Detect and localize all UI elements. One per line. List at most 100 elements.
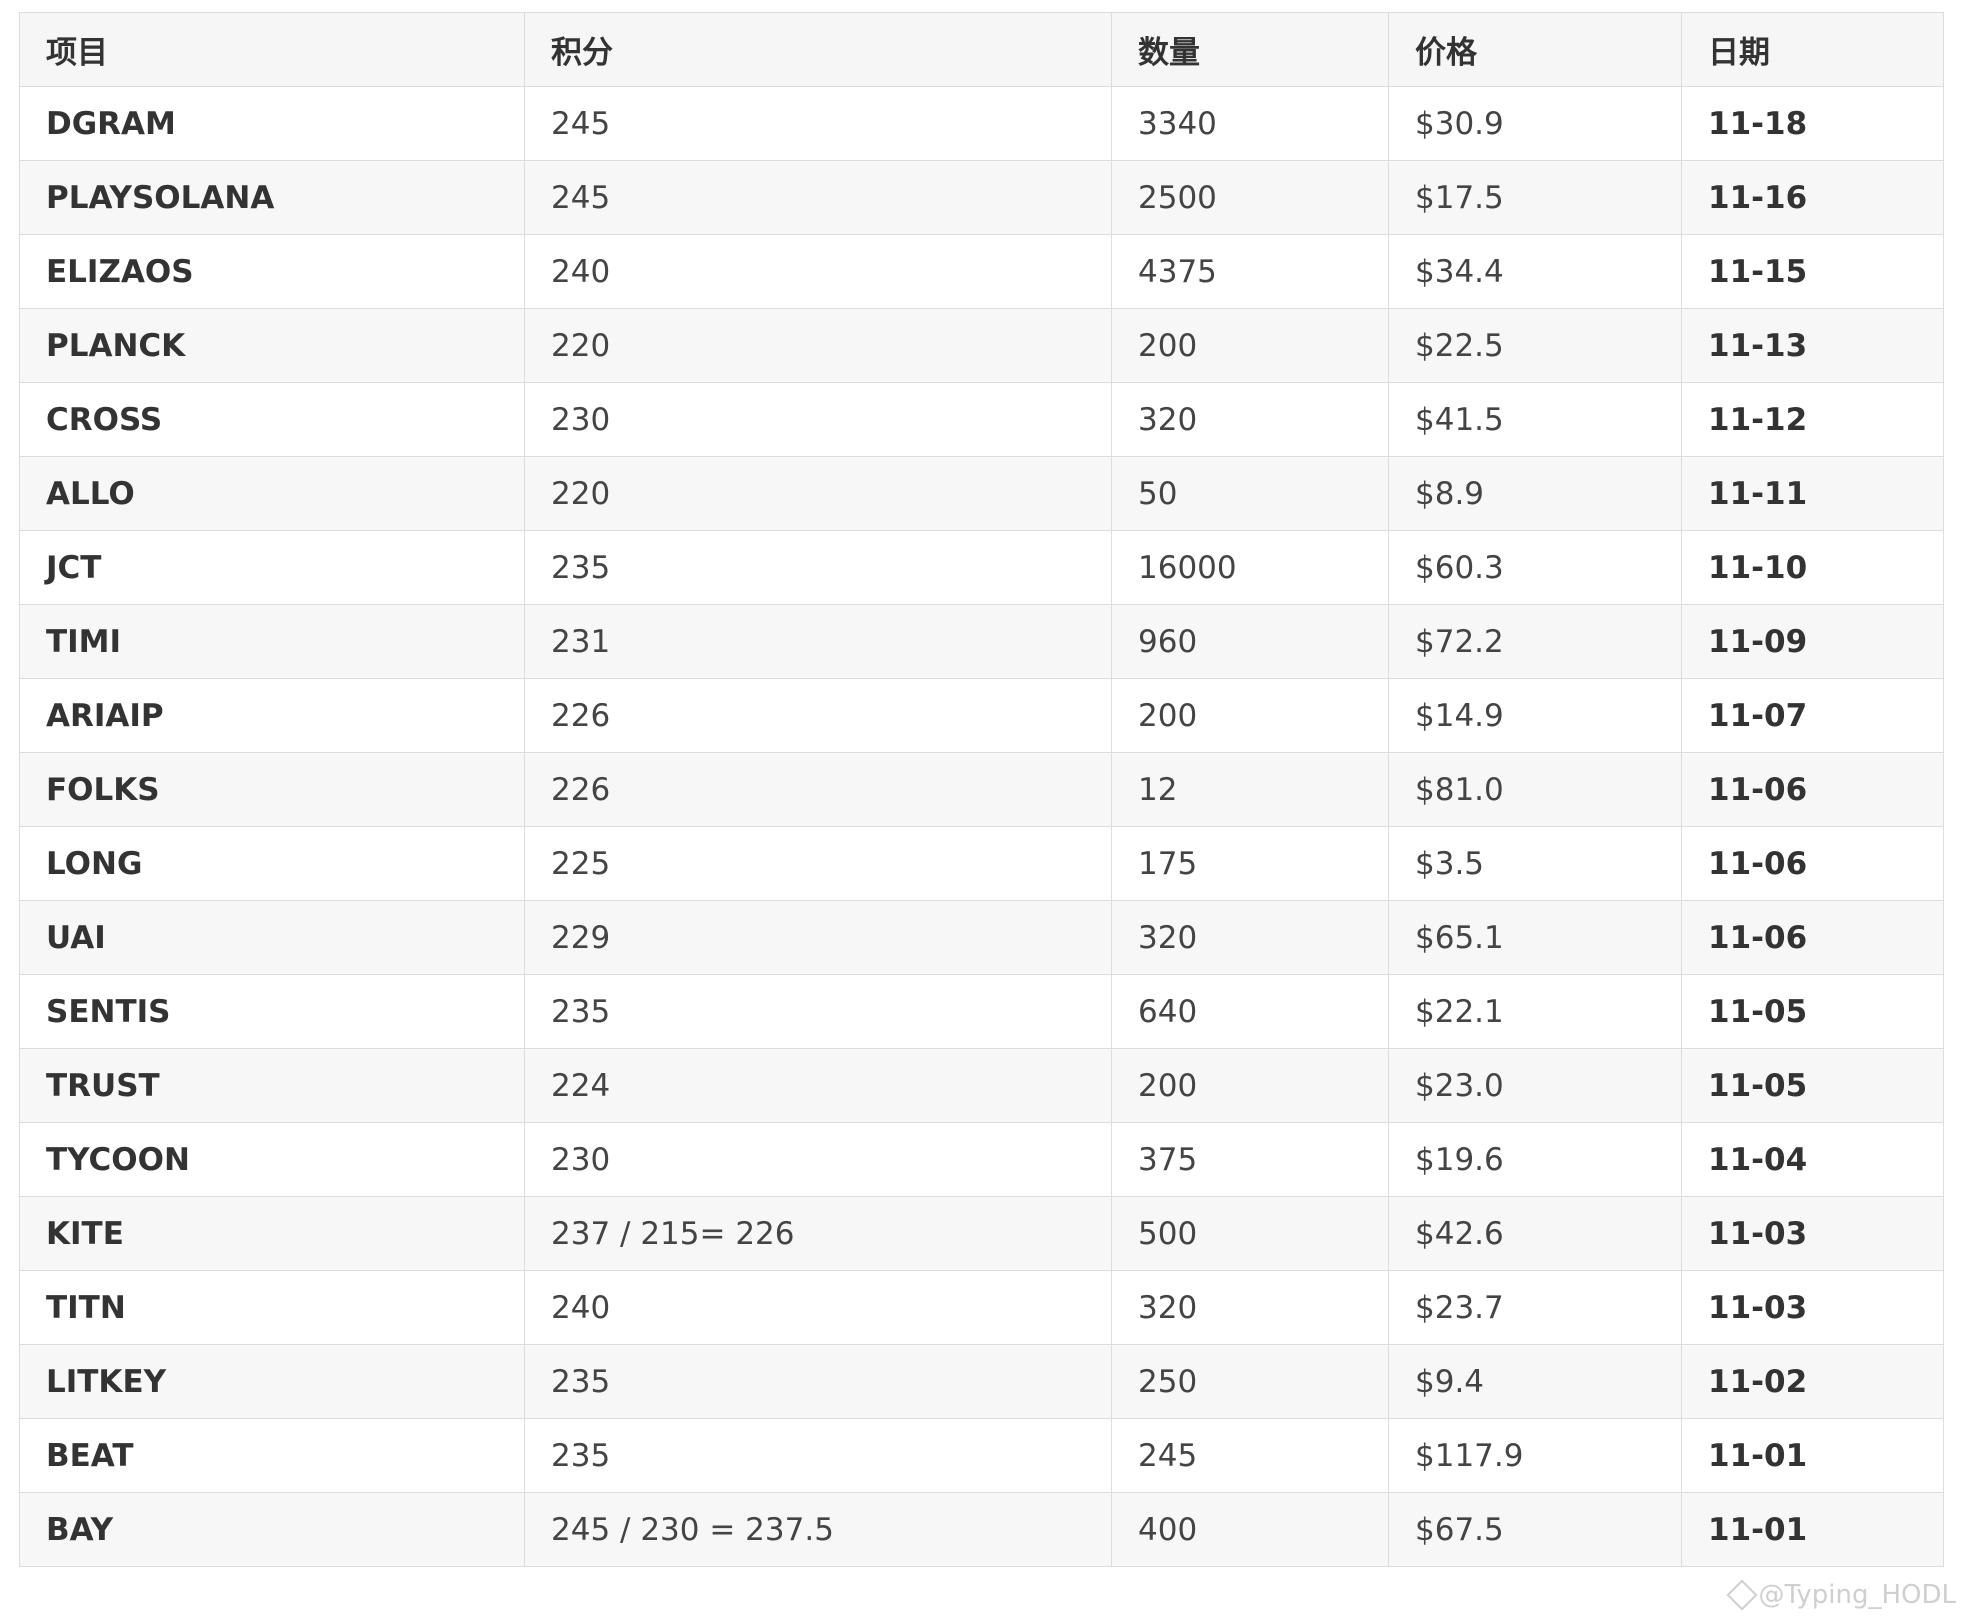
cell-price: $3.5 (1388, 826, 1682, 901)
cell-score: 226 (524, 752, 1112, 827)
cell-quantity: 200 (1111, 678, 1389, 753)
table-row: BEAT 235 245 $117.9 11-01 (19, 1418, 1944, 1493)
cell-date: 11-11 (1681, 456, 1944, 531)
table-row: LONG 225 175 $3.5 11-06 (19, 826, 1944, 901)
cell-score: 220 (524, 456, 1112, 531)
cell-project: JCT (19, 530, 525, 605)
table-row: ALLO 220 50 $8.9 11-11 (19, 456, 1944, 531)
cell-quantity: 2500 (1111, 160, 1389, 235)
cell-price: $67.5 (1388, 1492, 1682, 1567)
table-row: DGRAM 245 3340 $30.9 11-18 (19, 86, 1944, 161)
cell-quantity: 250 (1111, 1344, 1389, 1419)
cell-quantity: 50 (1111, 456, 1389, 531)
table-row: BAY 245 / 230 = 237.5 400 $67.5 11-01 (19, 1492, 1944, 1567)
cell-price: $23.0 (1388, 1048, 1682, 1123)
cell-quantity: 175 (1111, 826, 1389, 901)
column-header-score: 积分 (524, 12, 1112, 87)
table-row: UAI 229 320 $65.1 11-06 (19, 900, 1944, 975)
table-row: PLANCK 220 200 $22.5 11-13 (19, 308, 1944, 383)
cell-date: 11-18 (1681, 86, 1944, 161)
cell-date: 11-03 (1681, 1196, 1944, 1271)
table-row: CROSS 230 320 $41.5 11-12 (19, 382, 1944, 457)
cell-quantity: 16000 (1111, 530, 1389, 605)
cell-date: 11-07 (1681, 678, 1944, 753)
cell-project: ALLO (19, 456, 525, 531)
cell-score: 235 (524, 974, 1112, 1049)
cell-price: $19.6 (1388, 1122, 1682, 1197)
cell-project: PLANCK (19, 308, 525, 383)
cell-project: DGRAM (19, 86, 525, 161)
cell-project: PLAYSOLANA (19, 160, 525, 235)
column-header-date: 日期 (1681, 12, 1944, 87)
cell-score: 245 (524, 86, 1112, 161)
cell-project: TYCOON (19, 1122, 525, 1197)
cell-price: $22.5 (1388, 308, 1682, 383)
cell-project: BAY (19, 1492, 525, 1567)
cell-date: 11-01 (1681, 1418, 1944, 1493)
table-row: ARIAIP 226 200 $14.9 11-07 (19, 678, 1944, 753)
cell-price: $22.1 (1388, 974, 1682, 1049)
cell-score: 235 (524, 1344, 1112, 1419)
cell-price: $8.9 (1388, 456, 1682, 531)
table-body: DGRAM 245 3340 $30.9 11-18 PLAYSOLANA 245 2500 $… (19, 86, 1944, 1567)
column-header-project: 项目 (19, 12, 525, 87)
cell-quantity: 200 (1111, 1048, 1389, 1123)
table-row: TIMI 231 960 $72.2 11-09 (19, 604, 1944, 679)
cell-project: UAI (19, 900, 525, 975)
table-row: FOLKS 226 12 $81.0 11-06 (19, 752, 1944, 827)
cell-price: $117.9 (1388, 1418, 1682, 1493)
watermark: @Typing_HODL (1725, 1579, 1956, 1611)
cell-quantity: 12 (1111, 752, 1389, 827)
cell-project: TRUST (19, 1048, 525, 1123)
table-row: TYCOON 230 375 $19.6 11-04 (19, 1122, 1944, 1197)
cell-date: 11-05 (1681, 1048, 1944, 1123)
cell-quantity: 4375 (1111, 234, 1389, 309)
table-header-row: 项目 积分 数量 价格 日期 (19, 12, 1944, 87)
cell-date: 11-10 (1681, 530, 1944, 605)
cell-date: 11-04 (1681, 1122, 1944, 1197)
cell-date: 11-06 (1681, 752, 1944, 827)
cell-project: SENTIS (19, 974, 525, 1049)
cell-project: KITE (19, 1196, 525, 1271)
cell-price: $30.9 (1388, 86, 1682, 161)
cell-quantity: 960 (1111, 604, 1389, 679)
cell-project: ARIAIP (19, 678, 525, 753)
cell-quantity: 400 (1111, 1492, 1389, 1567)
table-row: TRUST 224 200 $23.0 11-05 (19, 1048, 1944, 1123)
cell-project: TITN (19, 1270, 525, 1345)
cell-price: $65.1 (1388, 900, 1682, 975)
table-row: TITN 240 320 $23.7 11-03 (19, 1270, 1944, 1345)
cell-price: $81.0 (1388, 752, 1682, 827)
cell-score: 240 (524, 234, 1112, 309)
cell-project: BEAT (19, 1418, 525, 1493)
cell-date: 11-05 (1681, 974, 1944, 1049)
cell-price: $23.7 (1388, 1270, 1682, 1345)
cell-date: 11-03 (1681, 1270, 1944, 1345)
cell-project: FOLKS (19, 752, 525, 827)
data-table-container: 项目 积分 数量 价格 日期 DGRAM 245 3340 $30.9 11-18 PLA… (19, 12, 1944, 1567)
cell-quantity: 245 (1111, 1418, 1389, 1493)
cell-date: 11-02 (1681, 1344, 1944, 1419)
cell-date: 11-16 (1681, 160, 1944, 235)
cell-score: 229 (524, 900, 1112, 975)
table-row: KITE 237 / 215= 226 500 $42.6 11-03 (19, 1196, 1944, 1271)
cell-date: 11-01 (1681, 1492, 1944, 1567)
cell-quantity: 3340 (1111, 86, 1389, 161)
cell-quantity: 500 (1111, 1196, 1389, 1271)
cell-date: 11-06 (1681, 900, 1944, 975)
cell-score: 230 (524, 1122, 1112, 1197)
cell-project: CROSS (19, 382, 525, 457)
cell-quantity: 375 (1111, 1122, 1389, 1197)
cell-price: $17.5 (1388, 160, 1682, 235)
table-row: ELIZAOS 240 4375 $34.4 11-15 (19, 234, 1944, 309)
cell-score: 226 (524, 678, 1112, 753)
cell-quantity: 200 (1111, 308, 1389, 383)
table-row: SENTIS 235 640 $22.1 11-05 (19, 974, 1944, 1049)
cell-date: 11-13 (1681, 308, 1944, 383)
watermark-text: @Typing_HODL (1758, 1580, 1956, 1610)
cell-score: 220 (524, 308, 1112, 383)
cell-score: 237 / 215= 226 (524, 1196, 1112, 1271)
binance-square-icon (1725, 1579, 1758, 1611)
cell-score: 245 / 230 = 237.5 (524, 1492, 1112, 1567)
cell-price: $41.5 (1388, 382, 1682, 457)
